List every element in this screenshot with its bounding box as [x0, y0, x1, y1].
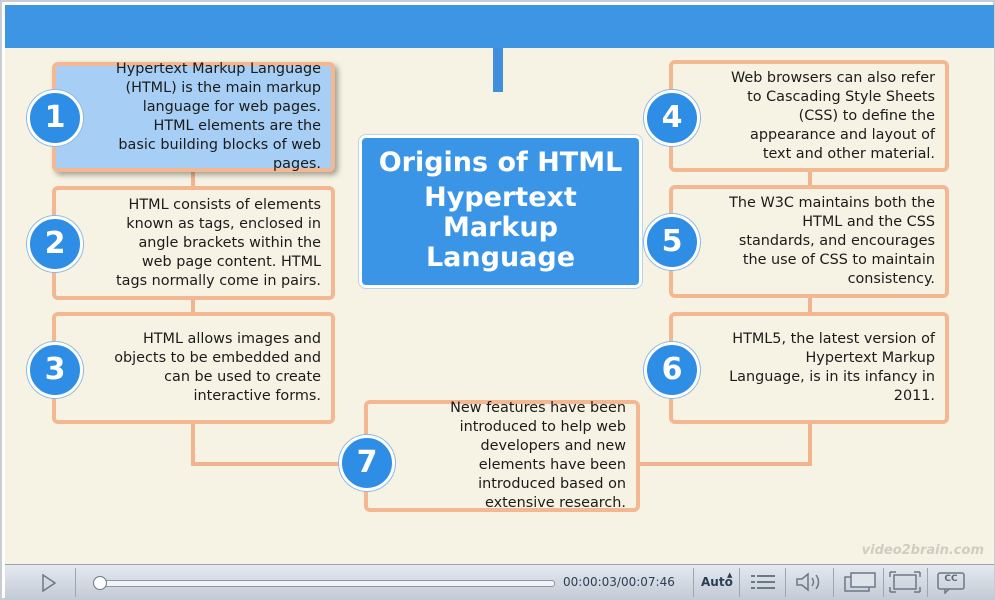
window-icon[interactable] — [843, 571, 877, 593]
fullscreen-icon[interactable] — [889, 571, 921, 593]
player-control-bar: 00:00:03/00:07:46 Auto ▲ CC — [5, 564, 994, 600]
slide-canvas: Hypertext Markup Language (HTML) is the … — [5, 48, 994, 564]
control-separator — [833, 568, 834, 597]
control-separator — [693, 568, 694, 597]
control-separator — [785, 568, 786, 597]
number-badge-7: 7 — [339, 435, 395, 491]
info-box-7: New features have been introduced to hel… — [364, 400, 640, 512]
info-box-6-text: HTML5, the latest version of Hypertext M… — [729, 331, 935, 404]
number-badge-3: 3 — [27, 342, 83, 398]
play-button[interactable] — [5, 565, 75, 600]
center-title: Origins of HTML — [378, 147, 623, 178]
info-box-2-text: HTML consists of elements known as tags,… — [116, 196, 321, 289]
number-badge-5: 5 — [644, 214, 700, 270]
info-box-3: HTML allows images and objects to be emb… — [52, 312, 335, 424]
play-icon — [42, 574, 56, 592]
chapters-icon[interactable] — [749, 571, 777, 593]
control-separator — [739, 568, 740, 597]
watermark-logo: video2brain.com — [861, 543, 984, 558]
control-separator — [927, 568, 928, 597]
number-badge-2: 2 — [27, 216, 83, 272]
time-display: 00:00:03/00:07:46 — [563, 575, 675, 589]
number-badge-4: 4 — [644, 90, 700, 146]
progress-track[interactable] — [97, 580, 555, 587]
left-connector-line — [191, 422, 195, 466]
info-box-6: HTML5, the latest version of Hypertext M… — [669, 312, 949, 424]
center-title-box: Origins of HTML Hypertext Markup Languag… — [362, 138, 639, 285]
info-box-4: Web browsers can also refer to Cascading… — [669, 60, 949, 172]
info-box-3-text: HTML allows images and objects to be emb… — [114, 331, 321, 404]
slide-top-bar — [5, 5, 994, 48]
info-box-1: Hypertext Markup Language (HTML) is the … — [52, 61, 335, 172]
right-bottom-connector-line — [639, 462, 812, 466]
center-subtitle: Hypertext Markup Language — [424, 182, 577, 273]
progress-knob[interactable] — [93, 576, 108, 590]
info-box-5: The W3C maintains both the HTML and the … — [669, 185, 949, 298]
volume-icon[interactable] — [795, 571, 825, 593]
info-box-7-text: New features have been introduced to hel… — [450, 400, 626, 511]
control-separator — [883, 568, 884, 597]
info-box-4-text: Web browsers can also refer to Cascading… — [730, 69, 935, 162]
closed-captions-button[interactable]: CC — [937, 572, 965, 594]
right-connector-line — [808, 422, 812, 466]
closed-captions-label: CC — [944, 574, 958, 584]
number-badge-1: 1 — [27, 90, 83, 146]
info-box-5-text: The W3C maintains both the HTML and the … — [729, 195, 935, 287]
control-separator — [75, 568, 76, 597]
video-player-frame: Hypertext Markup Language (HTML) is the … — [0, 0, 995, 600]
info-box-2: HTML consists of elements known as tags,… — [52, 186, 335, 300]
quality-arrow-icon: ▲ — [727, 571, 733, 579]
info-box-1-text: Hypertext Markup Language (HTML) is the … — [115, 61, 321, 172]
center-connector-line — [493, 48, 503, 92]
number-badge-6: 6 — [644, 342, 700, 398]
